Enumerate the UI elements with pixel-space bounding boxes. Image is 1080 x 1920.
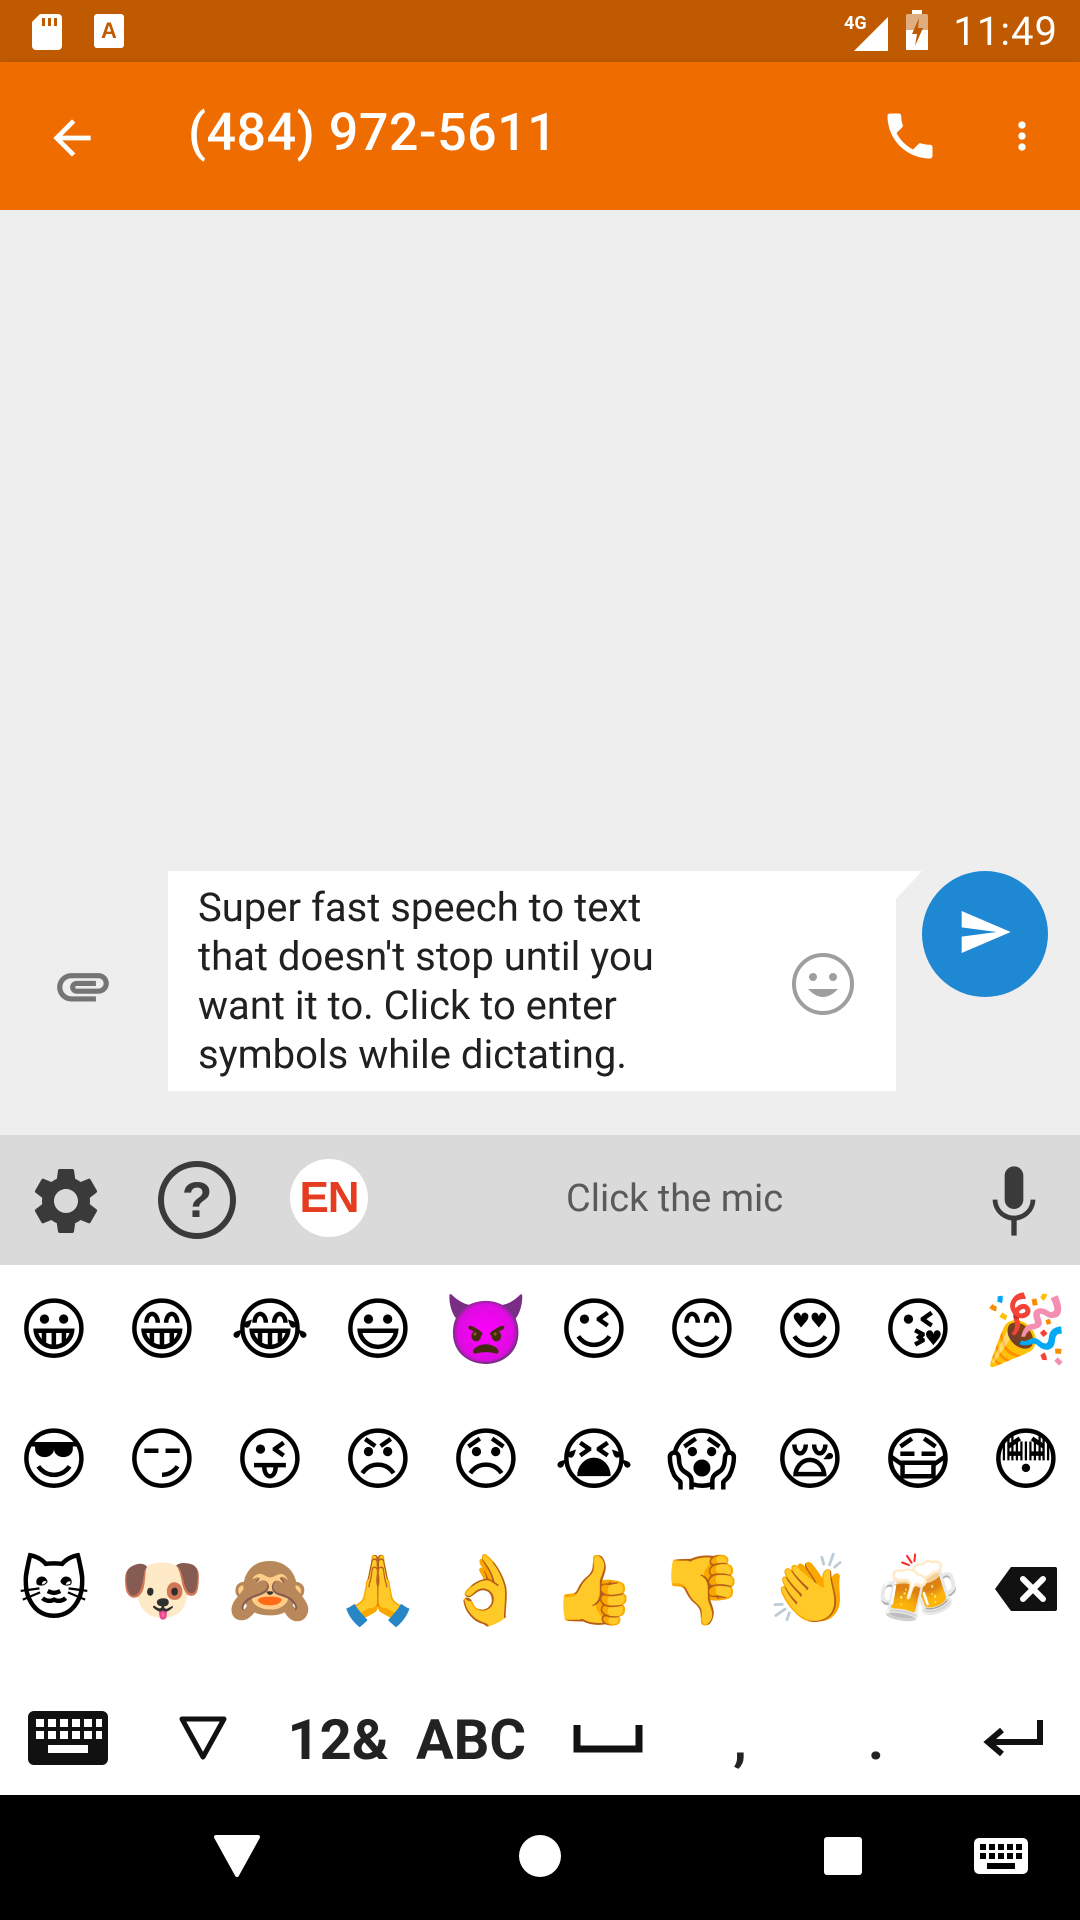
status-left-icons: A (30, 12, 126, 54)
emoji-key[interactable]: 😊 (648, 1265, 756, 1395)
triangle-down-icon (178, 1715, 228, 1765)
emoji-key[interactable]: 👿 (432, 1265, 540, 1395)
mic-icon[interactable] (982, 1159, 1046, 1247)
nav-recents-button[interactable] (806, 1795, 880, 1920)
emoji-key[interactable]: 😷 (864, 1395, 972, 1525)
nav-recents-icon (822, 1835, 864, 1881)
status-bar: A 4G 11:49 (0, 0, 1080, 62)
help-icon[interactable]: ? (156, 1159, 238, 1245)
emoji-key[interactable]: 👍 (540, 1525, 648, 1655)
hide-keyboard-key[interactable] (160, 1685, 246, 1795)
nav-keyboard-icon (973, 1837, 1029, 1879)
numbers-key[interactable]: 12& (278, 1685, 398, 1795)
more-vert-icon[interactable] (1000, 108, 1044, 168)
keyboard-toolbar: ? EN Click the mic (0, 1135, 1080, 1265)
keyboard-switch-key[interactable] (20, 1685, 116, 1795)
space-icon (573, 1721, 643, 1759)
gear-icon[interactable] (26, 1161, 106, 1245)
phone-icon[interactable] (880, 106, 940, 170)
compose-tail (896, 871, 922, 899)
emoji-key[interactable]: 🐶 (108, 1525, 216, 1655)
language-label: EN (299, 1173, 359, 1222)
message-text[interactable]: Super fast speech to text that doesn't s… (198, 883, 718, 1079)
emoji-key[interactable]: 😞 (432, 1395, 540, 1525)
emoji-key[interactable]: 😭 (540, 1395, 648, 1525)
emoji-key[interactable]: 👌 (432, 1525, 540, 1655)
battery-charging-icon (904, 10, 930, 56)
emoji-key[interactable]: 😠 (324, 1395, 432, 1525)
emoji-key[interactable]: 😉 (540, 1265, 648, 1395)
emoji-key[interactable]: 🙈 (216, 1525, 324, 1655)
signal-icon: 4G (844, 13, 890, 53)
emoji-key[interactable]: 😁 (108, 1265, 216, 1395)
emoji-key[interactable]: 😪 (756, 1395, 864, 1525)
emoji-key[interactable]: 🙏 (324, 1525, 432, 1655)
keyboard-bottom-row: 12& ABC , . (0, 1685, 1080, 1795)
emoji-key[interactable]: 😏 (108, 1395, 216, 1525)
emoji-row: 🐱 🐶 🙈 🙏 👌 👍 👎 👏 🍻 (0, 1525, 1080, 1655)
mic-hint: Click the mic (566, 1177, 784, 1221)
emoji-key[interactable]: 🍻 (864, 1525, 972, 1655)
emoji-key[interactable]: 😘 (864, 1265, 972, 1395)
nav-keyboard-button[interactable] (964, 1795, 1038, 1920)
paperclip-icon[interactable] (52, 955, 114, 1021)
emoji-row: 😀 😁 😂 😃 👿 😉 😊 😍 😘 🎉 (0, 1265, 1080, 1395)
emoji-key[interactable]: 😜 (216, 1395, 324, 1525)
emoji-key[interactable]: 👏 (756, 1525, 864, 1655)
emoji-key[interactable]: 🐱 (0, 1525, 108, 1655)
svg-text:?: ? (182, 1172, 213, 1228)
nav-back-button[interactable] (200, 1795, 274, 1920)
nav-home-button[interactable] (500, 1795, 580, 1920)
emoji-row: 😎 😏 😜 😠 😞 😭 😱 😪 😷 😳 (0, 1395, 1080, 1525)
emoji-key[interactable]: 😱 (648, 1395, 756, 1525)
enter-key[interactable] (966, 1685, 1062, 1795)
arrow-back-icon[interactable] (44, 110, 100, 170)
sd-card-icon (30, 12, 64, 54)
backspace-icon (993, 1556, 1059, 1624)
backspace-key[interactable] (972, 1525, 1080, 1655)
emoji-key[interactable]: 👎 (648, 1525, 756, 1655)
enter-icon (982, 1716, 1046, 1764)
send-button[interactable] (922, 871, 1048, 997)
emoji-key[interactable]: 🎉 (972, 1265, 1080, 1395)
clock: 11:49 (953, 8, 1058, 55)
smiley-icon[interactable] (790, 951, 856, 1021)
emoji-key[interactable]: 😀 (0, 1265, 108, 1395)
space-key[interactable] (560, 1685, 656, 1795)
emoji-key[interactable]: 😳 (972, 1395, 1080, 1525)
emoji-key[interactable]: 😂 (216, 1265, 324, 1395)
keyboard-icon (26, 1709, 110, 1771)
emoji-key[interactable]: 😍 (756, 1265, 864, 1395)
emoji-key[interactable]: 😎 (0, 1395, 108, 1525)
abc-key[interactable]: ABC (410, 1685, 532, 1795)
app-a-icon: A (92, 12, 126, 54)
app-bar: (484) 972-5611 (0, 62, 1080, 210)
navigation-bar (0, 1795, 1080, 1920)
svg-text:A: A (101, 18, 117, 43)
status-right-icons: 4G (844, 10, 930, 56)
message-compose-box[interactable]: Super fast speech to text that doesn't s… (168, 871, 896, 1091)
nav-home-icon (517, 1833, 563, 1883)
conversation-title: (484) 972-5611 (188, 102, 558, 163)
language-badge[interactable]: EN (290, 1159, 368, 1237)
emoji-key[interactable]: 😃 (324, 1265, 432, 1395)
comma-key[interactable]: , (700, 1685, 780, 1795)
period-key[interactable]: . (836, 1685, 916, 1795)
nav-back-icon (212, 1833, 262, 1883)
send-icon (957, 904, 1013, 964)
emoji-panel: 😀 😁 😂 😃 👿 😉 😊 😍 😘 🎉 😎 😏 😜 😠 😞 😭 😱 😪 😷 😳 … (0, 1265, 1080, 1685)
